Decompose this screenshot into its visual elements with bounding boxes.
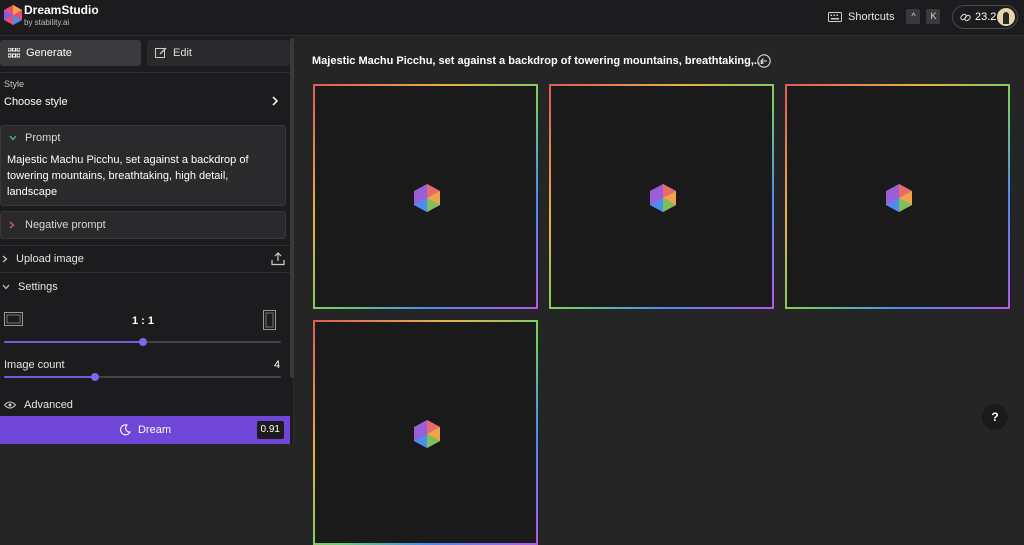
shortcut-key-ctrl: ^ [906,9,921,24]
prompt-textarea[interactable]: Majestic Machu Picchu, set against a bac… [7,152,279,200]
credits-badge[interactable]: 23.2 [952,5,1018,29]
top-bar: DreamStudio by stability.ai Shortcuts ^ … [0,0,1024,36]
advanced-label: Advanced [24,399,73,411]
image-count-slider-fill [4,376,96,378]
prompt-label: Prompt [25,132,61,144]
moon-icon [119,424,131,436]
shortcuts-button[interactable]: Shortcuts ^ K [828,9,941,24]
generated-image-tile[interactable] [785,84,1010,309]
image-count-slider[interactable] [4,373,281,381]
landscape-ratio-icon[interactable] [4,312,23,326]
style-label: Style [4,79,25,89]
app-name: DreamStudio [24,3,99,17]
aspect-ratio-value: 1 : 1 [132,315,155,327]
chevron-down-icon [9,135,17,141]
tab-generate-label: Generate [26,47,72,59]
help-button[interactable]: ? [982,404,1008,430]
style-select[interactable]: Choose style [4,96,68,108]
loading-hexagon-icon [884,183,914,213]
negative-prompt-panel[interactable]: Negative prompt [0,211,286,239]
page-title: Majestic Machu Picchu, set against a bac… [312,55,764,67]
credits-value: 23.2 [975,11,997,23]
grid-icon [8,48,20,58]
generated-image-tile[interactable] [549,84,774,309]
aspect-ratio-slider-fill [4,341,143,343]
keyboard-icon [828,11,842,22]
portrait-ratio-icon[interactable] [263,310,276,330]
image-count-slider-handle[interactable] [91,373,100,381]
dream-button[interactable]: Dream 0.91 [0,416,290,444]
chevron-down-icon [2,284,10,290]
settings-label: Settings [18,281,58,293]
loading-hexagon-icon [648,183,678,213]
divider [0,72,290,73]
image-count-label: Image count [4,359,65,371]
sidebar: Generate Edit Style Choose style Prompt … [0,36,294,444]
dream-cost-badge: 0.91 [256,421,284,439]
image-count-value: 4 [274,359,281,371]
aspect-ratio-slider[interactable] [4,338,281,346]
aspect-ratio-slider-handle[interactable] [138,338,147,346]
upload-image-label: Upload image [16,253,84,265]
app-subtitle: by stability.ai [24,18,70,27]
settings-header[interactable]: Settings [0,281,58,293]
shortcuts-label: Shortcuts [848,10,895,23]
edit-icon [155,47,167,59]
generated-image-tile[interactable] [313,320,538,545]
tab-generate[interactable]: Generate [0,40,141,66]
dreamstudio-logo-icon[interactable] [4,5,22,25]
generated-image-tile[interactable] [313,84,538,309]
upload-image-row[interactable]: Upload image [0,253,84,265]
chevron-right-icon [9,221,15,229]
loading-hexagon-icon [412,419,442,449]
prompt-panel[interactable]: Prompt Majestic Machu Picchu, set agains… [0,125,286,206]
brand[interactable]: DreamStudio by stability.ai [24,4,99,28]
back-icon[interactable] [757,54,771,68]
tab-edit-label: Edit [173,47,192,59]
divider [0,272,290,273]
prompt-header[interactable]: Prompt [9,132,60,144]
avatar[interactable] [997,8,1015,26]
eye-icon [4,401,16,409]
loading-hexagon-icon [412,183,442,213]
sidebar-scrollbar[interactable] [290,38,294,378]
tab-edit[interactable]: Edit [147,40,290,66]
divider [0,245,290,246]
negative-prompt-label: Negative prompt [25,219,106,231]
advanced-row[interactable]: Advanced [0,399,73,411]
chevron-right-icon [2,255,8,263]
link-icon [960,12,971,23]
chevron-right-icon[interactable] [270,94,280,108]
upload-icon[interactable] [271,252,285,266]
dream-label: Dream [137,424,171,436]
shortcut-key-k: K [926,9,941,24]
